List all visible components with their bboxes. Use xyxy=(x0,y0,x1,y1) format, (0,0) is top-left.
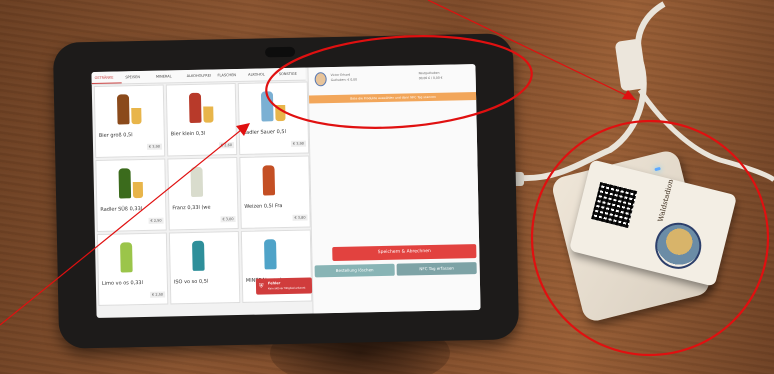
bottle-icon xyxy=(192,240,205,271)
scan-nfc-tag-button[interactable]: NFC Tag erfassen xyxy=(396,262,477,276)
product-tile[interactable]: Bier klein 0,3l € 2,60 xyxy=(165,83,238,157)
tab-category[interactable]: FLASCHEN xyxy=(214,69,244,82)
tab-category[interactable]: SONSTIGE xyxy=(276,68,306,81)
bottle-icon xyxy=(264,239,277,270)
product-name: Bier klein 0,3l xyxy=(170,130,206,138)
product-name: Weizen 0,5l Fra xyxy=(244,203,283,210)
glass-icon xyxy=(131,104,142,125)
product-tile[interactable]: ISO vo so 0,5l xyxy=(168,230,241,305)
product-tile[interactable]: Bier groß 0,5l € 3,90 xyxy=(93,84,166,158)
error-toast: ⛨ Fehler Kein aktiver Mitglied erkannt xyxy=(255,277,313,295)
remaining-label: Restguthaben xyxy=(418,70,440,76)
tablet-case: GETRÄNKE SPEISEN MINERAL ALKOHOLFREI FLA… xyxy=(52,33,520,349)
bottle-icon xyxy=(118,168,132,199)
bottle-icon xyxy=(260,91,274,122)
product-tile[interactable]: Franz 0,33l (we € 3,00 xyxy=(167,157,239,231)
product-price: € 3,90 xyxy=(146,143,163,150)
product-name: Radler Sauer 0,5l xyxy=(242,128,287,136)
status-led xyxy=(654,166,661,172)
bottle-icon xyxy=(262,165,276,196)
toast-message: Kein aktiver Mitglied erkannt xyxy=(268,286,306,291)
camera-icon xyxy=(264,46,296,58)
tab-category[interactable]: GETRÄNKE xyxy=(91,71,122,85)
bottle-icon xyxy=(190,166,204,197)
photo-scene: GETRÄNKE SPEISEN MINERAL ALKOHOLFREI FLA… xyxy=(0,0,774,374)
customer-balance: Guthaben: € 0,00 xyxy=(330,77,358,83)
tab-category[interactable]: ALKOHOL xyxy=(245,68,275,81)
bottle-icon xyxy=(120,242,133,273)
product-price: € 3,80 xyxy=(292,214,308,221)
clear-order-button[interactable]: Bestellung löschen xyxy=(314,263,395,278)
qr-code-icon xyxy=(591,182,638,229)
product-name: Bier groß 0,5l xyxy=(98,132,133,139)
product-price: € 3,00 xyxy=(220,216,236,223)
product-price: € 2,50 xyxy=(149,291,166,298)
product-price: € 2,60 xyxy=(218,142,235,149)
tab-category[interactable]: MINERAL xyxy=(153,70,183,83)
product-tile[interactable]: Weizen 0,5l Fra € 3,80 xyxy=(239,155,311,229)
remaining-value: 00,00 € / 0,00 € xyxy=(418,75,443,81)
product-name: Franz 0,33l (we xyxy=(172,204,211,212)
glass-icon xyxy=(275,100,286,122)
order-panel: Victor Erhard Guthaben: € 0,00 Restgutha… xyxy=(307,64,481,314)
product-tile[interactable]: Radler SÜß 0,33l € 2,50 xyxy=(95,158,167,232)
tab-category[interactable]: SPEISEN xyxy=(122,71,152,84)
product-tile[interactable]: Radler Sauer 0,5l € 3,90 xyxy=(237,81,310,155)
notice-bar: Bitte die Produkte auswählen und dann NF… xyxy=(309,91,478,104)
product-name: Radler SÜß 0,33l xyxy=(100,206,143,213)
product-price: € 3,90 xyxy=(290,140,307,147)
customer-name: Victor Erhard xyxy=(330,72,351,78)
tab-category[interactable]: ALKOHOLFREI xyxy=(184,69,214,82)
tablet-screen: GETRÄNKE SPEISEN MINERAL ALKOHOLFREI FLA… xyxy=(91,64,481,318)
product-price: € 2,50 xyxy=(148,217,164,224)
product-name: Limo vo os 0,33l xyxy=(101,280,144,287)
avatar xyxy=(314,72,327,87)
bottle-icon xyxy=(116,94,130,125)
club-logo-icon xyxy=(650,217,707,274)
glass-icon xyxy=(203,102,214,123)
shield-icon: ⛨ xyxy=(258,282,264,290)
save-and-checkout-button[interactable]: Speichern & Abrechnen xyxy=(332,244,477,262)
product-tile[interactable]: Limo vo os 0,33l € 2,50 xyxy=(96,232,169,306)
product-name: ISO vo so 0,5l xyxy=(173,278,209,286)
bottle-icon xyxy=(188,92,202,124)
toast-title: Fehler xyxy=(267,281,281,286)
glass-icon xyxy=(132,177,144,199)
